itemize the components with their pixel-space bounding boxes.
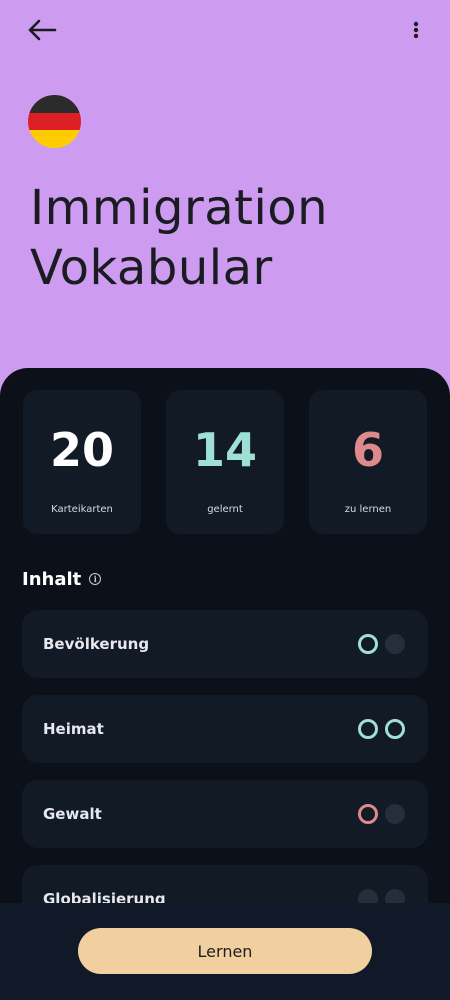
learn-button[interactable]: Lernen	[78, 928, 372, 974]
more-vertical-icon	[413, 21, 419, 39]
empty-dot-icon	[385, 634, 405, 654]
stat-label: zu lernen	[344, 504, 392, 515]
learned-dot-icon	[385, 719, 405, 739]
learned-dot-icon	[358, 719, 378, 739]
info-icon[interactable]: i	[89, 573, 102, 585]
header-area: Immigration Vokabular	[0, 0, 450, 390]
stat-value: 20	[49, 423, 114, 477]
title-line-1: Immigration	[30, 180, 329, 236]
topic-row-bevoelkerung[interactable]: Bevölkerung	[22, 610, 428, 678]
stat-label: gelernt	[207, 504, 243, 515]
topic-row-heimat[interactable]: Heimat	[22, 695, 428, 763]
stat-card-karteikarten: 20 Karteikarten	[23, 390, 141, 534]
flag-stripe-red	[28, 112, 81, 131]
learned-dot-icon	[358, 634, 378, 654]
stat-card-zu-lernen: 6 zu lernen	[309, 390, 427, 534]
flag-stripe-gold	[28, 130, 81, 148]
flag-stripe-black	[28, 95, 81, 113]
topic-row-gewalt[interactable]: Gewalt	[22, 780, 428, 848]
stat-card-gelernt: 14 gelernt	[166, 390, 284, 534]
topic-name: Gewalt	[43, 805, 102, 823]
section-header: Inhalt i	[22, 568, 102, 590]
page-title: Immigration Vokabular	[30, 178, 430, 298]
empty-dot-icon	[385, 804, 405, 824]
topic-name: Heimat	[43, 720, 104, 738]
back-button[interactable]	[22, 12, 62, 48]
section-title: Inhalt	[22, 568, 82, 590]
arrow-left-icon	[28, 19, 57, 41]
stat-value: 14	[192, 423, 257, 477]
to-learn-dot-icon	[358, 804, 378, 824]
stat-value: 6	[351, 423, 384, 477]
topic-name: Bevölkerung	[43, 635, 150, 653]
german-flag-icon	[28, 95, 81, 148]
title-line-2: Vokabular	[30, 240, 273, 296]
more-options-button[interactable]	[404, 12, 428, 48]
stat-label: Karteikarten	[51, 504, 113, 515]
